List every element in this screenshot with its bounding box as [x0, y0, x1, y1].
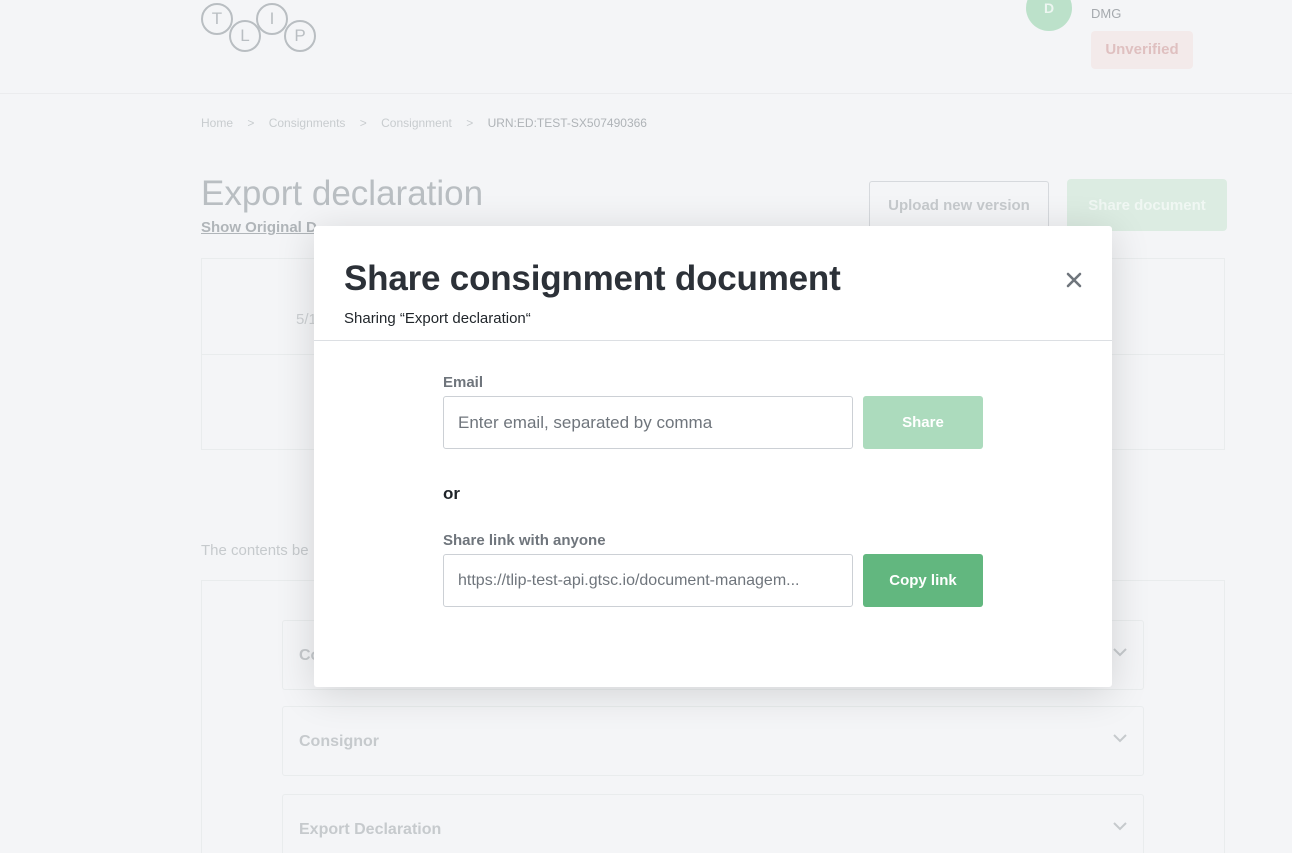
modal-header: Share consignment document Sharing “Expo… [314, 226, 1112, 341]
email-label: Email [443, 374, 484, 391]
close-icon [1066, 272, 1082, 288]
or-divider-text: or [443, 484, 460, 503]
share-button[interactable]: Share [863, 396, 983, 449]
modal-title: Share consignment document [344, 259, 841, 298]
copy-link-button[interactable]: Copy link [863, 554, 983, 607]
share-link-label: Share link with anyone [443, 532, 606, 549]
close-button[interactable] [1062, 268, 1086, 292]
modal-subtitle: Sharing “Export declaration“ [344, 310, 531, 327]
share-modal: Share consignment document Sharing “Expo… [314, 226, 1112, 687]
email-input[interactable] [443, 396, 853, 449]
share-link-field[interactable]: https://tlip-test-api.gtsc.io/document-m… [443, 554, 853, 607]
